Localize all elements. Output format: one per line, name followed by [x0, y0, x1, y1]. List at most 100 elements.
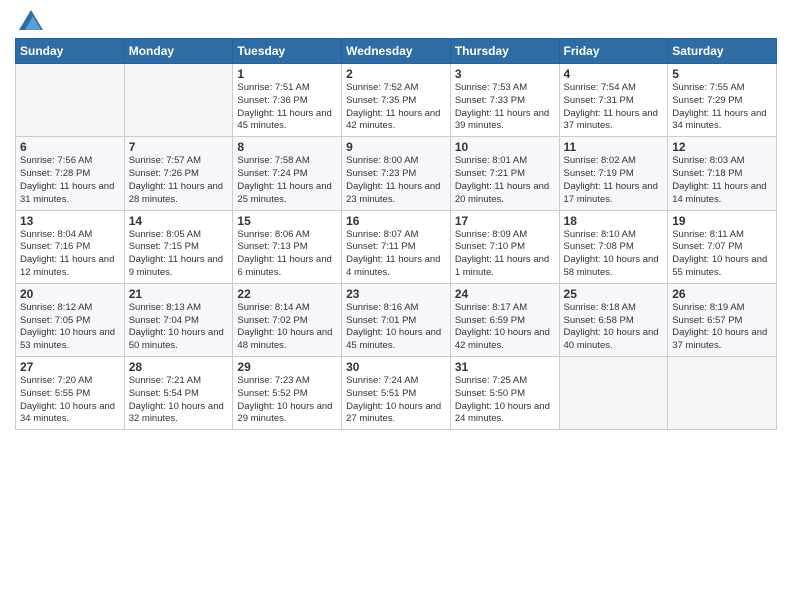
- day-number: 7: [129, 140, 229, 154]
- calendar-cell: 21Sunrise: 8:13 AM Sunset: 7:04 PM Dayli…: [124, 283, 233, 356]
- calendar-cell: 5Sunrise: 7:55 AM Sunset: 7:29 PM Daylig…: [668, 64, 777, 137]
- day-number: 3: [455, 67, 555, 81]
- calendar-cell: [559, 357, 668, 430]
- day-number: 11: [564, 140, 664, 154]
- calendar-cell: 13Sunrise: 8:04 AM Sunset: 7:16 PM Dayli…: [16, 210, 125, 283]
- calendar-cell: 7Sunrise: 7:57 AM Sunset: 7:26 PM Daylig…: [124, 137, 233, 210]
- calendar-cell: 11Sunrise: 8:02 AM Sunset: 7:19 PM Dayli…: [559, 137, 668, 210]
- weekday-header: Saturday: [668, 39, 777, 64]
- calendar-cell: 28Sunrise: 7:21 AM Sunset: 5:54 PM Dayli…: [124, 357, 233, 430]
- day-info: Sunrise: 8:17 AM Sunset: 6:59 PM Dayligh…: [455, 302, 555, 353]
- day-info: Sunrise: 7:56 AM Sunset: 7:28 PM Dayligh…: [20, 155, 120, 206]
- calendar-cell: [16, 64, 125, 137]
- day-info: Sunrise: 7:25 AM Sunset: 5:50 PM Dayligh…: [455, 375, 555, 426]
- day-info: Sunrise: 8:02 AM Sunset: 7:19 PM Dayligh…: [564, 155, 664, 206]
- calendar-week-row: 27Sunrise: 7:20 AM Sunset: 5:55 PM Dayli…: [16, 357, 777, 430]
- day-info: Sunrise: 8:11 AM Sunset: 7:07 PM Dayligh…: [672, 229, 772, 280]
- calendar-cell: 15Sunrise: 8:06 AM Sunset: 7:13 PM Dayli…: [233, 210, 342, 283]
- day-number: 1: [237, 67, 337, 81]
- page: SundayMondayTuesdayWednesdayThursdayFrid…: [0, 0, 792, 612]
- weekday-header: Wednesday: [342, 39, 451, 64]
- logo: [15, 10, 45, 30]
- day-number: 25: [564, 287, 664, 301]
- calendar-cell: 25Sunrise: 8:18 AM Sunset: 6:58 PM Dayli…: [559, 283, 668, 356]
- day-info: Sunrise: 7:23 AM Sunset: 5:52 PM Dayligh…: [237, 375, 337, 426]
- day-number: 15: [237, 214, 337, 228]
- day-info: Sunrise: 7:51 AM Sunset: 7:36 PM Dayligh…: [237, 82, 337, 133]
- calendar-cell: 17Sunrise: 8:09 AM Sunset: 7:10 PM Dayli…: [450, 210, 559, 283]
- day-info: Sunrise: 8:03 AM Sunset: 7:18 PM Dayligh…: [672, 155, 772, 206]
- day-info: Sunrise: 8:04 AM Sunset: 7:16 PM Dayligh…: [20, 229, 120, 280]
- day-number: 21: [129, 287, 229, 301]
- day-info: Sunrise: 8:16 AM Sunset: 7:01 PM Dayligh…: [346, 302, 446, 353]
- day-number: 2: [346, 67, 446, 81]
- day-info: Sunrise: 7:20 AM Sunset: 5:55 PM Dayligh…: [20, 375, 120, 426]
- weekday-header: Thursday: [450, 39, 559, 64]
- day-info: Sunrise: 7:54 AM Sunset: 7:31 PM Dayligh…: [564, 82, 664, 133]
- calendar-cell: 16Sunrise: 8:07 AM Sunset: 7:11 PM Dayli…: [342, 210, 451, 283]
- calendar-week-row: 6Sunrise: 7:56 AM Sunset: 7:28 PM Daylig…: [16, 137, 777, 210]
- calendar-week-row: 20Sunrise: 8:12 AM Sunset: 7:05 PM Dayli…: [16, 283, 777, 356]
- day-number: 6: [20, 140, 120, 154]
- day-info: Sunrise: 8:00 AM Sunset: 7:23 PM Dayligh…: [346, 155, 446, 206]
- calendar-cell: 31Sunrise: 7:25 AM Sunset: 5:50 PM Dayli…: [450, 357, 559, 430]
- calendar-cell: 14Sunrise: 8:05 AM Sunset: 7:15 PM Dayli…: [124, 210, 233, 283]
- calendar-cell: 8Sunrise: 7:58 AM Sunset: 7:24 PM Daylig…: [233, 137, 342, 210]
- day-number: 8: [237, 140, 337, 154]
- day-number: 17: [455, 214, 555, 228]
- day-number: 20: [20, 287, 120, 301]
- calendar-cell: 29Sunrise: 7:23 AM Sunset: 5:52 PM Dayli…: [233, 357, 342, 430]
- calendar-cell: 1Sunrise: 7:51 AM Sunset: 7:36 PM Daylig…: [233, 64, 342, 137]
- calendar-cell: 18Sunrise: 8:10 AM Sunset: 7:08 PM Dayli…: [559, 210, 668, 283]
- calendar-cell: 6Sunrise: 7:56 AM Sunset: 7:28 PM Daylig…: [16, 137, 125, 210]
- calendar-cell: 26Sunrise: 8:19 AM Sunset: 6:57 PM Dayli…: [668, 283, 777, 356]
- day-info: Sunrise: 8:10 AM Sunset: 7:08 PM Dayligh…: [564, 229, 664, 280]
- calendar-week-row: 13Sunrise: 8:04 AM Sunset: 7:16 PM Dayli…: [16, 210, 777, 283]
- weekday-header: Tuesday: [233, 39, 342, 64]
- day-info: Sunrise: 8:07 AM Sunset: 7:11 PM Dayligh…: [346, 229, 446, 280]
- day-info: Sunrise: 8:18 AM Sunset: 6:58 PM Dayligh…: [564, 302, 664, 353]
- day-number: 12: [672, 140, 772, 154]
- calendar-week-row: 1Sunrise: 7:51 AM Sunset: 7:36 PM Daylig…: [16, 64, 777, 137]
- day-info: Sunrise: 7:58 AM Sunset: 7:24 PM Dayligh…: [237, 155, 337, 206]
- day-number: 18: [564, 214, 664, 228]
- day-info: Sunrise: 7:21 AM Sunset: 5:54 PM Dayligh…: [129, 375, 229, 426]
- day-info: Sunrise: 8:06 AM Sunset: 7:13 PM Dayligh…: [237, 229, 337, 280]
- day-number: 14: [129, 214, 229, 228]
- weekday-header: Monday: [124, 39, 233, 64]
- calendar-cell: 2Sunrise: 7:52 AM Sunset: 7:35 PM Daylig…: [342, 64, 451, 137]
- day-number: 26: [672, 287, 772, 301]
- calendar-cell: 22Sunrise: 8:14 AM Sunset: 7:02 PM Dayli…: [233, 283, 342, 356]
- calendar-cell: 4Sunrise: 7:54 AM Sunset: 7:31 PM Daylig…: [559, 64, 668, 137]
- header: [15, 10, 777, 30]
- calendar-cell: 24Sunrise: 8:17 AM Sunset: 6:59 PM Dayli…: [450, 283, 559, 356]
- day-number: 29: [237, 360, 337, 374]
- calendar-cell: 27Sunrise: 7:20 AM Sunset: 5:55 PM Dayli…: [16, 357, 125, 430]
- calendar-cell: [668, 357, 777, 430]
- day-number: 24: [455, 287, 555, 301]
- day-info: Sunrise: 8:01 AM Sunset: 7:21 PM Dayligh…: [455, 155, 555, 206]
- day-info: Sunrise: 7:53 AM Sunset: 7:33 PM Dayligh…: [455, 82, 555, 133]
- logo-icon: [19, 10, 43, 30]
- calendar-cell: 10Sunrise: 8:01 AM Sunset: 7:21 PM Dayli…: [450, 137, 559, 210]
- day-number: 19: [672, 214, 772, 228]
- calendar: SundayMondayTuesdayWednesdayThursdayFrid…: [15, 38, 777, 430]
- day-number: 13: [20, 214, 120, 228]
- calendar-cell: 30Sunrise: 7:24 AM Sunset: 5:51 PM Dayli…: [342, 357, 451, 430]
- weekday-header: Friday: [559, 39, 668, 64]
- day-info: Sunrise: 7:55 AM Sunset: 7:29 PM Dayligh…: [672, 82, 772, 133]
- weekday-header-row: SundayMondayTuesdayWednesdayThursdayFrid…: [16, 39, 777, 64]
- day-number: 22: [237, 287, 337, 301]
- weekday-header: Sunday: [16, 39, 125, 64]
- calendar-cell: 9Sunrise: 8:00 AM Sunset: 7:23 PM Daylig…: [342, 137, 451, 210]
- day-info: Sunrise: 8:13 AM Sunset: 7:04 PM Dayligh…: [129, 302, 229, 353]
- day-info: Sunrise: 7:57 AM Sunset: 7:26 PM Dayligh…: [129, 155, 229, 206]
- day-number: 16: [346, 214, 446, 228]
- day-info: Sunrise: 7:52 AM Sunset: 7:35 PM Dayligh…: [346, 82, 446, 133]
- day-number: 31: [455, 360, 555, 374]
- day-info: Sunrise: 8:05 AM Sunset: 7:15 PM Dayligh…: [129, 229, 229, 280]
- calendar-cell: 3Sunrise: 7:53 AM Sunset: 7:33 PM Daylig…: [450, 64, 559, 137]
- logo-area: [15, 10, 45, 30]
- calendar-cell: 20Sunrise: 8:12 AM Sunset: 7:05 PM Dayli…: [16, 283, 125, 356]
- calendar-cell: 23Sunrise: 8:16 AM Sunset: 7:01 PM Dayli…: [342, 283, 451, 356]
